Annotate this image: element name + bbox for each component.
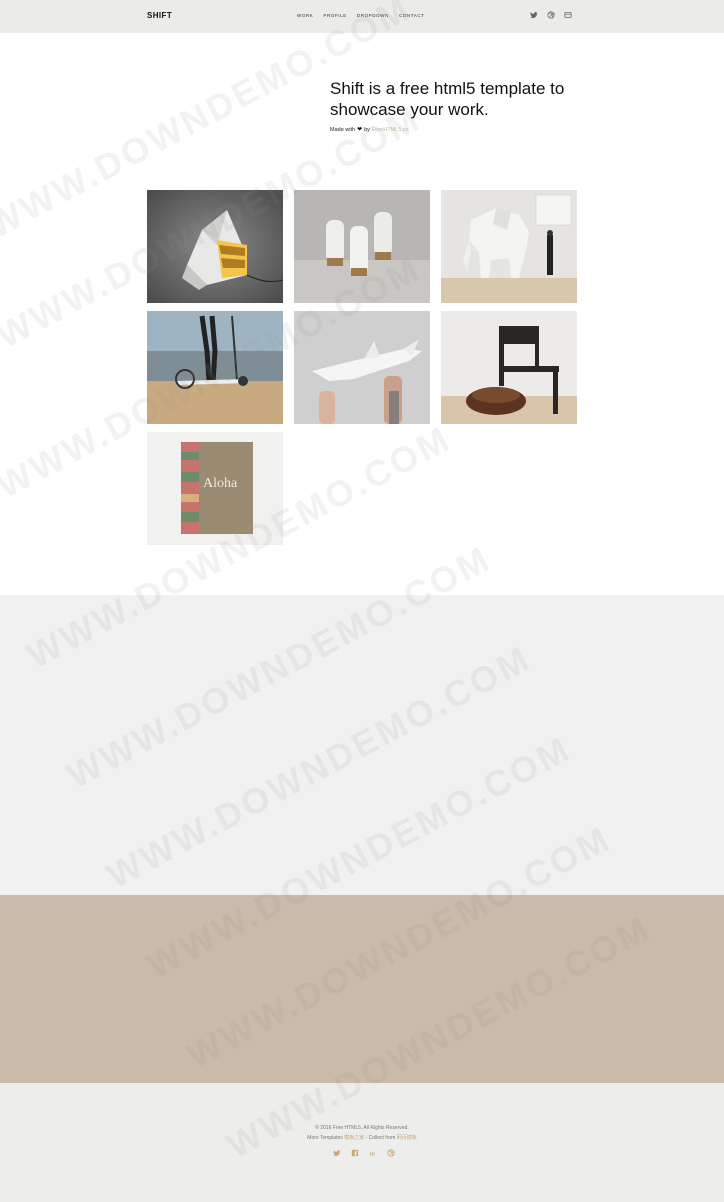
- dribbble-icon[interactable]: [547, 11, 555, 19]
- book-cover-title: Aloha: [203, 476, 238, 491]
- site-footer: © 2016 Free HTML5. All Rights Reserved. …: [0, 1083, 724, 1202]
- facebook-icon[interactable]: [350, 1148, 359, 1157]
- github-icon[interactable]: [564, 11, 572, 19]
- freehtml5-link[interactable]: FreeHTML5.co: [372, 127, 409, 133]
- dribbble-icon[interactable]: [386, 1148, 395, 1157]
- site-logo[interactable]: SHIFT: [147, 11, 172, 20]
- tan-section: [0, 895, 724, 1083]
- shakers-image: [294, 190, 430, 303]
- collect-link[interactable]: 网页模板: [397, 1135, 417, 1141]
- header-social: [530, 11, 572, 19]
- linkedin-icon[interactable]: in: [368, 1148, 377, 1157]
- book-image: Aloha: [147, 432, 283, 545]
- intro-credit: Made with ❤ by FreeHTML5.co: [330, 126, 409, 134]
- gallery-item-book[interactable]: Aloha: [147, 432, 283, 545]
- main-nav: WORK PROFILE DROPDOWN CONTACT: [297, 13, 425, 18]
- nav-item-work[interactable]: WORK: [297, 13, 313, 18]
- intro-title: Shift is a free html5 template to showca…: [330, 79, 565, 119]
- twitter-icon[interactable]: [530, 11, 538, 19]
- templates-link[interactable]: 模板之家: [344, 1135, 364, 1141]
- footer-social: in: [332, 1148, 395, 1157]
- shark-image: [294, 311, 430, 424]
- twitter-icon[interactable]: [332, 1148, 341, 1157]
- gallery-item-scooter[interactable]: [147, 311, 283, 424]
- gallery-item-shark[interactable]: [294, 311, 430, 424]
- site-header: SHIFT WORK PROFILE DROPDOWN CONTACT: [0, 0, 724, 33]
- chair-image: [441, 311, 577, 424]
- elephant-image: [441, 190, 577, 303]
- grey-section: [0, 595, 724, 895]
- nav-item-dropdown[interactable]: DROPDOWN: [357, 13, 389, 18]
- more-templates-text: More Templates: [307, 1135, 343, 1141]
- gallery-item-lamp[interactable]: [147, 190, 283, 303]
- scooter-image: [147, 311, 283, 424]
- nav-item-profile[interactable]: PROFILE: [323, 13, 346, 18]
- collect-from-text: - Collect from: [365, 1135, 396, 1141]
- nav-item-contact[interactable]: CONTACT: [399, 13, 425, 18]
- by-text: by: [364, 126, 370, 133]
- more-templates-line: More Templates 模板之家 - Collect from 网页模板: [0, 1134, 724, 1141]
- lamp-image: [147, 190, 283, 303]
- gallery-item-chair[interactable]: [441, 311, 577, 424]
- gallery-item-elephant[interactable]: [441, 190, 577, 303]
- heart-icon: ❤: [357, 127, 363, 133]
- gallery-item-shakers[interactable]: [294, 190, 430, 303]
- copyright-text: © 2016 Free HTML5. All Rights Reserved.: [315, 1125, 409, 1131]
- svg-text:in: in: [369, 1151, 375, 1157]
- made-with-text: Made with: [330, 126, 356, 133]
